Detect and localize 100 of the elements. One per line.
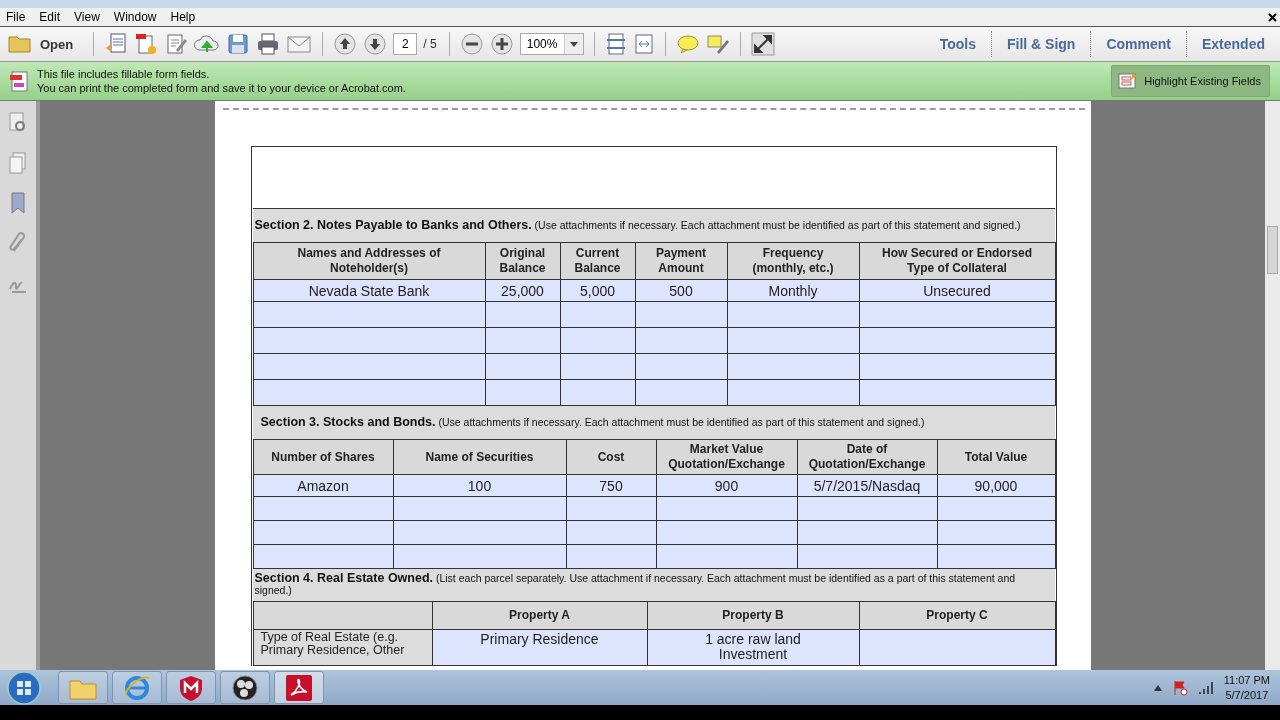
fit-page-icon[interactable] [604,32,627,56]
fit-width-icon[interactable] [632,32,655,56]
form-field[interactable] [635,379,727,406]
row-label: Type of Real Estate (e.g. Primary Residence, Other [253,629,432,666]
column-header: Market Value Quotation/Exchange [656,439,797,475]
form-fields-icon [1118,72,1139,90]
form-field[interactable] [253,301,485,328]
print-icon[interactable] [256,32,281,56]
close-icon[interactable] [1268,12,1277,22]
form-field[interactable] [560,353,635,380]
shield-icon [177,673,205,702]
form-field[interactable] [566,520,656,545]
form-field[interactable]: Unsecured [859,279,1055,302]
form-field[interactable] [485,327,560,354]
form-field[interactable] [253,544,393,569]
form-field[interactable] [937,544,1055,569]
taskbar-app[interactable] [220,671,270,704]
form-field[interactable] [566,544,656,569]
menu-item[interactable]: Help [170,10,204,24]
edit-document-icon[interactable] [164,32,189,56]
form-field[interactable] [485,379,560,406]
form-field[interactable] [797,544,937,569]
form-field[interactable]: Monthly [727,279,859,302]
form-field[interactable] [393,496,566,521]
zoom-in-icon[interactable] [489,32,514,56]
form-field[interactable] [859,353,1055,380]
form-field[interactable] [727,379,859,406]
form-field[interactable] [253,327,485,354]
form-field[interactable] [253,379,485,406]
form-field[interactable] [253,496,393,521]
zoom-out-icon[interactable] [459,32,484,56]
scroll-thumb[interactable] [1267,226,1278,274]
form-field[interactable] [635,327,727,354]
form-field[interactable]: Amazon [253,474,393,497]
form-field[interactable] [393,544,566,569]
form-field[interactable] [485,301,560,328]
signal-icon[interactable] [1197,680,1214,695]
zoom-dropdown[interactable]: 100% [519,33,584,55]
pane-tab[interactable]: Comment [1091,36,1186,52]
circles-icon [231,673,259,702]
caret-icon[interactable] [1153,684,1162,691]
form-field[interactable] [560,301,635,328]
form-field[interactable]: 100 [393,474,566,497]
expand-icon[interactable] [750,32,775,56]
form-field[interactable] [560,379,635,406]
section-heading: Section 3. Stocks and Bonds. (Use attachments if necessary. Each attachment must be identified as part of this statement and signed.) [252,406,1055,439]
document-gear-icon[interactable] [134,32,159,56]
form-field[interactable] [656,520,797,545]
form-field[interactable] [635,353,727,380]
column-header: Name of Securities [393,439,566,475]
highlight-fields-button[interactable]: Highlight Existing Fields [1111,65,1270,97]
notice-text: You can print the completed form and save it to your device or Acrobat.com. [37,81,406,95]
form-field[interactable] [656,496,797,521]
form-field[interactable] [937,496,1055,521]
browser-icon [122,673,152,702]
form-field[interactable] [859,379,1055,406]
page-number-field[interactable]: 2 [393,33,418,55]
form-field[interactable] [635,301,727,328]
form-field[interactable] [859,629,1055,666]
form-field[interactable] [727,353,859,380]
form-field[interactable]: 1 acre raw land Investment [647,629,859,666]
pane-tab[interactable]: Tools [924,36,991,52]
menu-item[interactable]: Window [113,10,165,24]
form-field[interactable] [937,520,1055,545]
form-field[interactable] [253,520,393,545]
column-header: Property C [859,601,1055,630]
menu-item[interactable]: File [6,10,34,24]
form-field[interactable] [859,301,1055,328]
form-field[interactable] [797,496,937,521]
form-field[interactable] [566,496,656,521]
vertical-scrollbar[interactable] [1265,101,1280,670]
caret-icon [569,41,578,47]
text-edit-icon[interactable] [705,32,730,56]
document-icon[interactable] [104,32,129,56]
form-field[interactable]: 900 [656,474,797,497]
clock[interactable]: 11:07 PM 5/7/2017 [1223,672,1270,703]
form-field[interactable] [253,353,485,380]
form-field[interactable] [797,520,937,545]
open-button[interactable]: Open [8,34,84,54]
taskbar-app[interactable] [166,671,216,704]
form-field[interactable] [859,327,1055,354]
column-header: Payment Amount [635,242,727,280]
form-field[interactable] [485,353,560,380]
start-button[interactable] [6,669,42,706]
flag-icon[interactable] [1171,679,1188,696]
taskbar-app[interactable] [274,671,324,704]
form-field[interactable] [727,301,859,328]
save-icon[interactable] [226,32,251,56]
form-field[interactable] [560,327,635,354]
form-field[interactable] [727,327,859,354]
column-header: Names and Addresses of Noteholder(s) [253,242,485,280]
form-field[interactable] [393,520,566,545]
pane-tab[interactable]: Fill & Sign [991,36,1091,52]
pane-tab[interactable]: Extended [1187,36,1280,52]
form-field[interactable] [656,544,797,569]
form-field[interactable]: Nevada State Bank [253,279,485,302]
form-field[interactable]: 5/7/2015/Nasdaq [797,474,937,497]
form-field[interactable]: Primary Residence [432,629,647,666]
menu-item[interactable]: View [74,10,108,24]
menu-item[interactable]: Edit [39,10,69,24]
